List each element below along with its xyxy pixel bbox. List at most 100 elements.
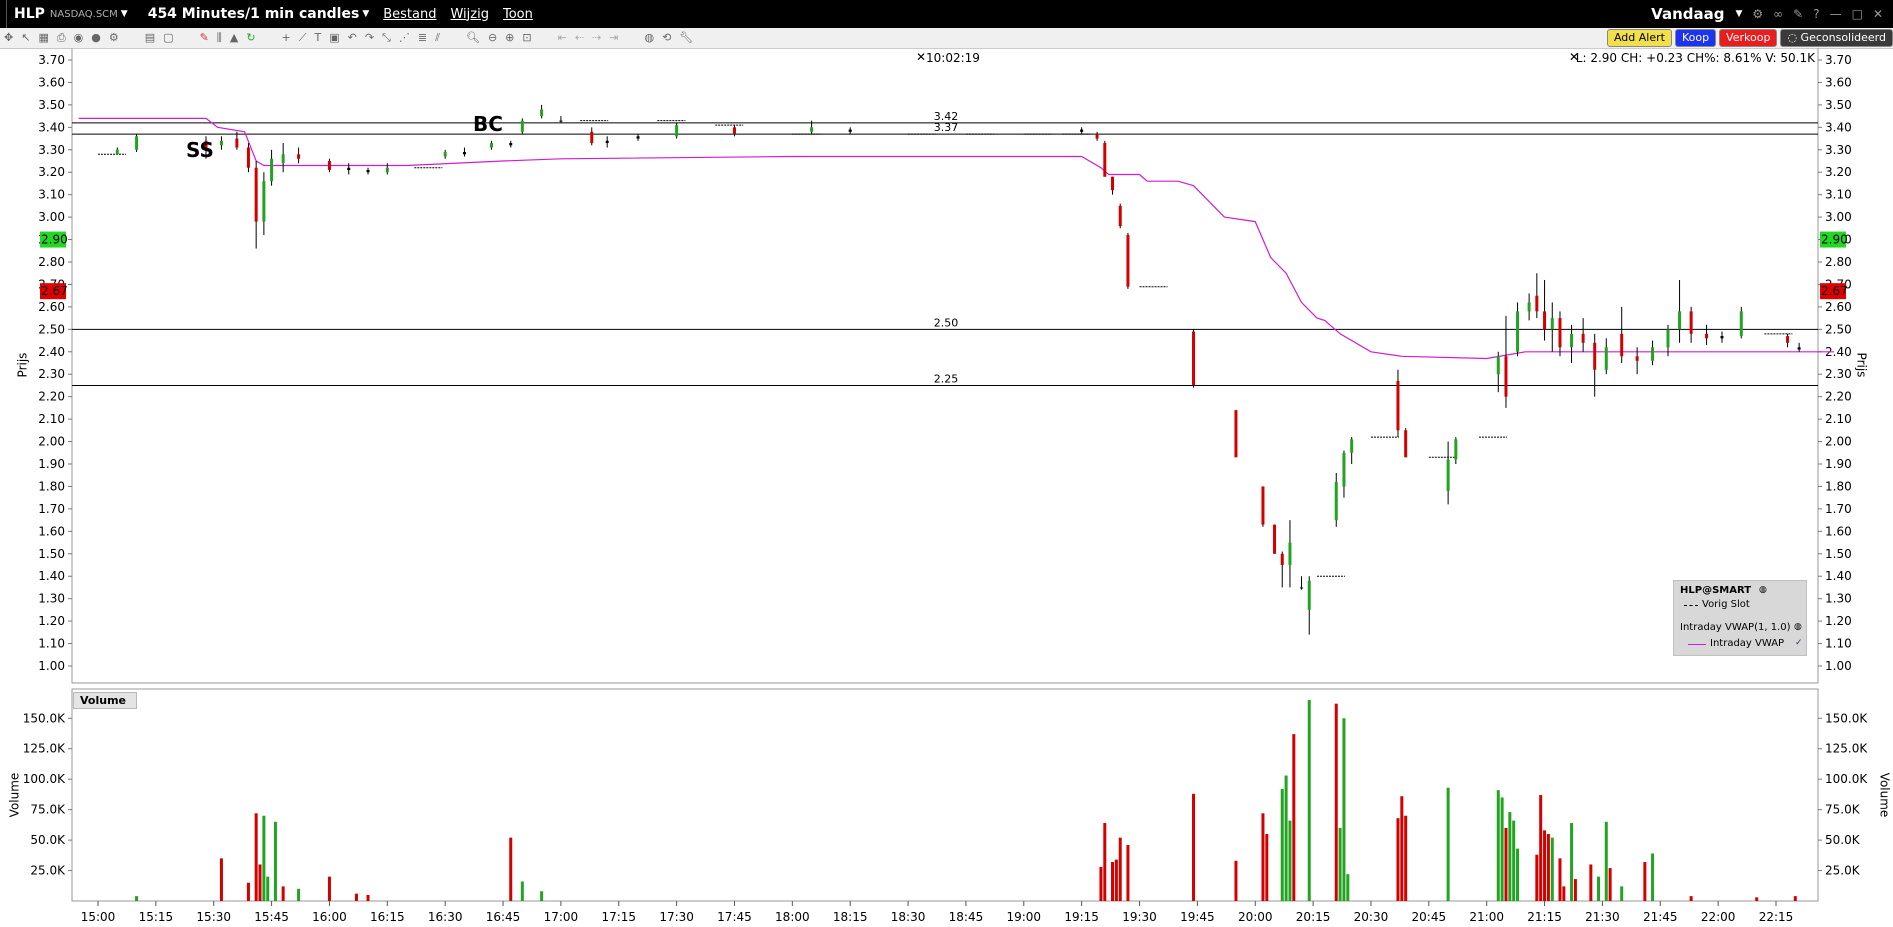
price-tick-label-left: 1.20 bbox=[38, 614, 65, 628]
annotation-ss[interactable]: SS bbox=[186, 138, 214, 162]
cross-tool-icon[interactable]: + bbox=[282, 28, 291, 48]
pointer-icon[interactable]: ↖ bbox=[21, 28, 30, 48]
volume-bar bbox=[254, 813, 258, 901]
candle-body bbox=[443, 152, 447, 157]
crosshair-icon[interactable]: ✥ bbox=[4, 28, 13, 48]
candle-body bbox=[1118, 205, 1122, 227]
hline-label: 2.50 bbox=[934, 316, 959, 329]
undo-icon[interactable]: ↶ bbox=[348, 28, 357, 48]
menu-wijzig[interactable]: Wijzig bbox=[450, 7, 488, 22]
settings-icon[interactable]: ⚙ bbox=[109, 28, 119, 48]
layout-icon[interactable]: ▤ bbox=[145, 28, 155, 48]
fib-tool-icon[interactable]: ≣ bbox=[418, 28, 427, 48]
time-tick-label: 17:30 bbox=[659, 910, 694, 924]
menu-toon[interactable]: Toon bbox=[503, 7, 533, 22]
zoom-reset-icon[interactable]: ⊡ bbox=[522, 28, 531, 48]
blank-icon[interactable]: ▢ bbox=[163, 28, 173, 48]
menu-grip-icon[interactable] bbox=[0, 0, 7, 28]
time-tick-label: 19:15 bbox=[1064, 910, 1099, 924]
pencil-icon[interactable]: ✎ bbox=[200, 28, 209, 48]
candle-body bbox=[1396, 380, 1400, 431]
range-selector[interactable]: Vandaag bbox=[1651, 5, 1724, 23]
print-icon[interactable]: ⎙ bbox=[57, 28, 66, 48]
sell-button[interactable]: Verkoop bbox=[1719, 29, 1778, 47]
buy-button[interactable]: Koop bbox=[1674, 29, 1717, 47]
camera-icon[interactable]: ◉ bbox=[74, 28, 84, 48]
zoom-out-icon[interactable]: ⊖ bbox=[488, 28, 497, 48]
gear-icon[interactable]: ⚙ bbox=[1752, 7, 1763, 21]
volume-bar bbox=[135, 896, 139, 901]
fan-tool-icon[interactable]: ⋰ bbox=[399, 28, 410, 48]
time-tick-label: 16:30 bbox=[428, 910, 463, 924]
time-tick-label: 19:30 bbox=[1122, 910, 1157, 924]
grid-icon[interactable]: ▦ bbox=[38, 28, 48, 48]
legend-vwap-line: Intraday VWAP bbox=[1710, 638, 1785, 649]
price-tick-label-right: 1.00 bbox=[1825, 659, 1852, 673]
symbol-label[interactable]: HLP bbox=[14, 6, 45, 22]
volume-bar bbox=[1608, 868, 1612, 901]
time-tick-label: 21:45 bbox=[1643, 910, 1678, 924]
price-tick-label-left: 3.20 bbox=[38, 165, 65, 179]
legend-vwap-globe-icon[interactable]: ◍ bbox=[1794, 622, 1802, 632]
volume-chart[interactable]: 25.0K 25.0K 50.0K 50.0K 75.0K 75.0K 100.0K 100.… bbox=[0, 685, 1893, 927]
period-selector[interactable]: 454 Minutes/1 min candles bbox=[148, 6, 360, 22]
line-tool-icon[interactable]: ⟋ bbox=[299, 28, 307, 48]
study-legend[interactable]: HLP@SMART ◍ Vorig Slot Intraday VWAP(1, … bbox=[1673, 580, 1807, 656]
candle-body bbox=[675, 125, 679, 137]
maximize-icon[interactable]: □ bbox=[1852, 7, 1863, 21]
mountain-icon[interactable]: ▲ bbox=[230, 28, 238, 48]
annotation-bc[interactable]: BC bbox=[473, 112, 503, 136]
close-readout-icon[interactable]: ✕ bbox=[916, 50, 926, 64]
text-tool-icon[interactable]: T bbox=[314, 28, 321, 48]
trend-tool-icon[interactable]: ⤡ bbox=[382, 28, 391, 48]
volume-bar bbox=[1288, 820, 1292, 901]
link-icon[interactable]: ∞ bbox=[1773, 7, 1783, 21]
time-tick-label: 17:15 bbox=[601, 910, 636, 924]
minimize-icon[interactable]: — bbox=[1830, 7, 1842, 21]
symbol-dropdown-icon[interactable]: ▼ bbox=[121, 9, 128, 19]
redo-icon[interactable]: ↷ bbox=[365, 28, 374, 48]
candle-body bbox=[327, 161, 331, 170]
scroll-end-icon[interactable]: ⇥ bbox=[609, 28, 618, 48]
price-chart[interactable]: 1.00 1.00 1.10 1.10 1.20 1.20 1.30 1.30 1.40 1.40… bbox=[0, 48, 1893, 685]
zoom-fit-icon[interactable]: ⊕ bbox=[505, 28, 514, 48]
legend-check-icon[interactable]: ✓ bbox=[1795, 638, 1803, 648]
volume-tick-label-left: 50.0K bbox=[30, 833, 66, 847]
candle-body bbox=[1334, 481, 1338, 521]
time-tick-label: 15:45 bbox=[254, 910, 289, 924]
volume-bar bbox=[540, 891, 544, 901]
price-axis-label-left: Prijs bbox=[15, 352, 30, 378]
scroll-right-icon[interactable]: ⇢ bbox=[592, 28, 601, 48]
help-icon[interactable]: ? bbox=[1813, 7, 1819, 21]
menu-bestand[interactable]: Bestand bbox=[383, 7, 436, 22]
sync-icon[interactable]: ⟲ bbox=[662, 28, 671, 48]
add-alert-button[interactable]: Add Alert bbox=[1606, 29, 1672, 47]
period-dropdown-icon[interactable]: ▼ bbox=[362, 9, 369, 19]
scroll-left-icon[interactable]: ⇠ bbox=[575, 28, 584, 48]
volume-plot-area bbox=[71, 688, 1819, 902]
wrench-icon[interactable]: 🔧︎ bbox=[679, 28, 693, 48]
close-icon[interactable]: ✕ bbox=[1873, 7, 1883, 21]
volume-bar bbox=[1508, 812, 1512, 901]
volume-bar bbox=[1504, 827, 1508, 901]
refresh-icon[interactable]: ↻ bbox=[246, 28, 255, 48]
candle-body bbox=[732, 127, 736, 135]
candle-body bbox=[1581, 333, 1585, 343]
volume-bar bbox=[1265, 834, 1269, 901]
candle-body bbox=[636, 136, 640, 139]
candle-body bbox=[1550, 318, 1554, 330]
box-tool-icon[interactable]: ▣ bbox=[329, 28, 339, 48]
scroll-start-icon[interactable]: ⇤ bbox=[558, 28, 567, 48]
price-tick-label-left: 3.30 bbox=[38, 143, 65, 157]
bars-icon[interactable]: ⫼ bbox=[217, 28, 222, 48]
range-dropdown-icon[interactable]: ▼ bbox=[1735, 9, 1742, 19]
circle-icon[interactable]: ● bbox=[91, 28, 101, 48]
legend-title: HLP@SMART bbox=[1680, 585, 1752, 596]
pin-icon[interactable]: ✎ bbox=[1793, 7, 1803, 21]
legend-globe-icon[interactable]: ◍ bbox=[1759, 585, 1767, 595]
zoom-in-icon[interactable]: 🔍︎ bbox=[466, 28, 480, 48]
consolidated-button[interactable]: ◌ Geconsolideerd bbox=[1780, 29, 1893, 47]
globe-icon[interactable]: ◍ bbox=[644, 28, 654, 48]
volume-tab[interactable]: Volume bbox=[73, 692, 137, 709]
channel-tool-icon[interactable]: ⫽ bbox=[435, 28, 440, 48]
